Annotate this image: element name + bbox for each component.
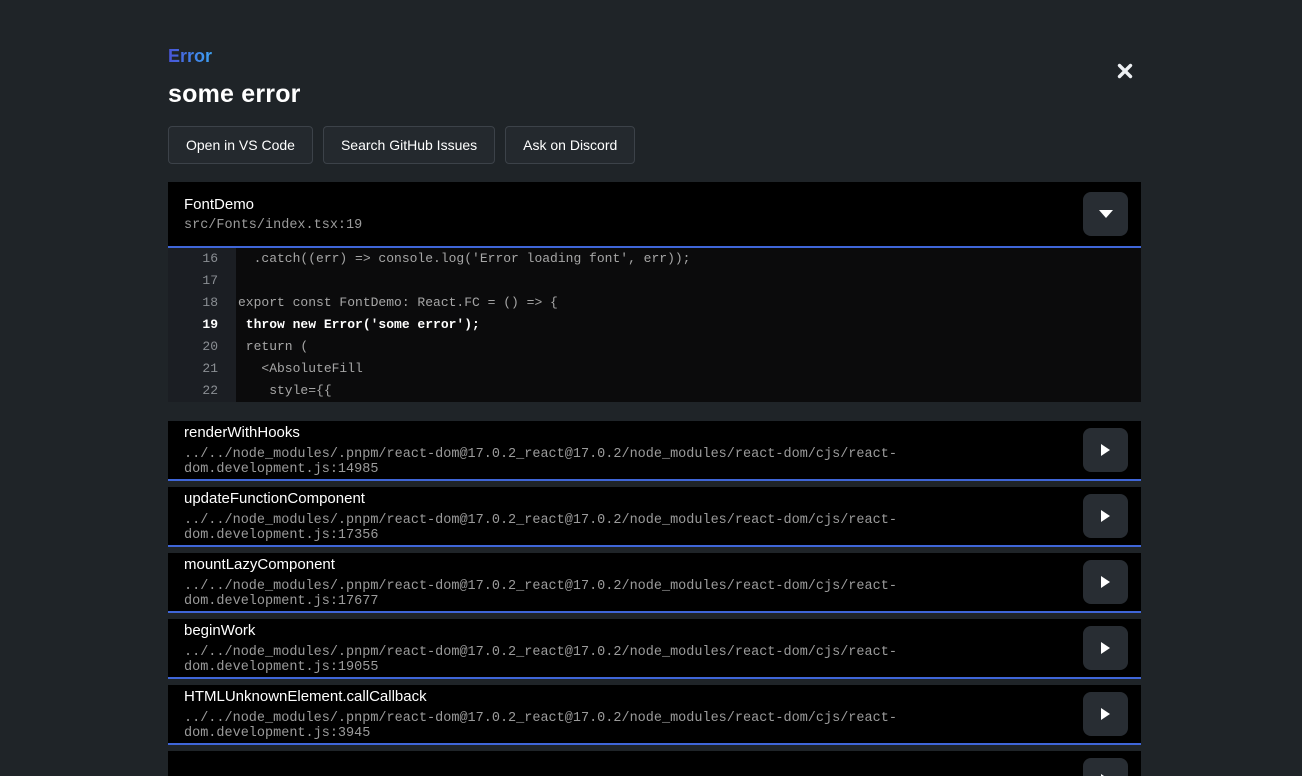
triangle-right-icon: [1101, 642, 1110, 654]
code-snippet: 16 .catch((err) => console.log('Error lo…: [168, 248, 1141, 402]
code-line: 21 <AbsoluteFill: [168, 358, 1141, 380]
line-number: 18: [168, 292, 236, 314]
line-number: 17: [168, 270, 236, 292]
expand-stack-frame-button[interactable]: [1083, 692, 1128, 736]
code-line: 20 return (: [168, 336, 1141, 358]
close-icon: [1116, 62, 1134, 80]
stack-frame-location: ../../node_modules/.pnpm/react-dom@17.0.…: [184, 711, 1083, 741]
expand-stack-frame-button[interactable]: [1083, 428, 1128, 472]
open-in-vscode-button[interactable]: Open in VS Code: [168, 126, 313, 164]
search-github-issues-button[interactable]: Search GitHub Issues: [323, 126, 495, 164]
code-line: 18export const FontDemo: React.FC = () =…: [168, 292, 1141, 314]
code-line: 17: [168, 270, 1141, 292]
stack-frame-text: renderWithHooks ../../node_modules/.pnpm…: [184, 424, 1083, 477]
line-text: [236, 270, 238, 292]
code-frame-title: FontDemo: [184, 196, 362, 213]
ask-on-discord-button[interactable]: Ask on Discord: [505, 126, 635, 164]
stack-frame-function: renderWithHooks: [184, 424, 1083, 441]
triangle-right-icon: [1101, 510, 1110, 522]
line-text: export const FontDemo: React.FC = () => …: [236, 292, 558, 314]
stack-frame-location: ../../node_modules/.pnpm/react-dom@17.0.…: [184, 447, 1083, 477]
expand-stack-frame-button[interactable]: [1083, 758, 1128, 776]
line-number: 22: [168, 380, 236, 402]
line-text: style={{: [236, 380, 332, 402]
line-text: throw new Error('some error');: [236, 314, 480, 336]
stack-frame-location: ../../node_modules/.pnpm/react-dom@17.0.…: [184, 513, 1083, 543]
stack-frame-function: HTMLUnknownElement.callCallback: [184, 688, 1083, 705]
stack-frame-text: beginWork ../../node_modules/.pnpm/react…: [184, 622, 1083, 675]
line-number: 20: [168, 336, 236, 358]
line-text: <AbsoluteFill: [236, 358, 363, 380]
stack-frame-text: mountLazyComponent ../../node_modules/.p…: [184, 556, 1083, 609]
code-frame-location: src/Fonts/index.tsx:19: [184, 218, 362, 233]
expand-stack-frame-button[interactable]: [1083, 494, 1128, 538]
stack-frame: mountLazyComponent ../../node_modules/.p…: [168, 553, 1141, 613]
stack-frame-location: ../../node_modules/.pnpm/react-dom@17.0.…: [184, 645, 1083, 675]
stack-frame: beginWork ../../node_modules/.pnpm/react…: [168, 619, 1141, 679]
stack-frame-text: HTMLUnknownElement.callCallback ../../no…: [184, 688, 1083, 741]
stack-frame-partial: [168, 751, 1141, 776]
chevron-down-icon: [1099, 210, 1113, 218]
line-number: 21: [168, 358, 236, 380]
collapse-code-frame-button[interactable]: [1083, 192, 1128, 236]
error-kind-label: Error: [168, 46, 212, 67]
line-text: return (: [236, 336, 308, 358]
triangle-right-icon: [1101, 708, 1110, 720]
action-buttons: Open in VS Code Search GitHub Issues Ask…: [168, 126, 1141, 164]
expand-stack-frame-button[interactable]: [1083, 560, 1128, 604]
expand-stack-frame-button[interactable]: [1083, 626, 1128, 670]
stack-frame: updateFunctionComponent ../../node_modul…: [168, 487, 1141, 547]
code-frame: FontDemo src/Fonts/index.tsx:19 16 .catc…: [168, 182, 1141, 402]
code-frame-header: FontDemo src/Fonts/index.tsx:19: [168, 182, 1141, 248]
code-line: 22 style={{: [168, 380, 1141, 402]
stack-frame-location: ../../node_modules/.pnpm/react-dom@17.0.…: [184, 579, 1083, 609]
code-frame-header-text: FontDemo src/Fonts/index.tsx:19: [184, 196, 362, 233]
stack-frame-text: updateFunctionComponent ../../node_modul…: [184, 490, 1083, 543]
triangle-right-icon: [1101, 576, 1110, 588]
error-overlay: Error some error Open in VS Code Search …: [168, 0, 1141, 776]
triangle-right-icon: [1101, 444, 1110, 456]
close-button[interactable]: [1111, 57, 1139, 85]
line-number: 19: [168, 314, 236, 336]
stack-frame-function: updateFunctionComponent: [184, 490, 1083, 507]
code-line: 16 .catch((err) => console.log('Error lo…: [168, 248, 1141, 270]
code-line-highlighted: 19 throw new Error('some error');: [168, 314, 1141, 336]
line-number: 16: [168, 248, 236, 270]
stack-frame: HTMLUnknownElement.callCallback ../../no…: [168, 685, 1141, 745]
stack-trace: renderWithHooks ../../node_modules/.pnpm…: [168, 421, 1141, 776]
line-text: .catch((err) => console.log('Error loadi…: [236, 248, 690, 270]
stack-frame-function: mountLazyComponent: [184, 556, 1083, 573]
stack-frame: renderWithHooks ../../node_modules/.pnpm…: [168, 421, 1141, 481]
error-message: some error: [168, 80, 1141, 109]
stack-frame-function: beginWork: [184, 622, 1083, 639]
